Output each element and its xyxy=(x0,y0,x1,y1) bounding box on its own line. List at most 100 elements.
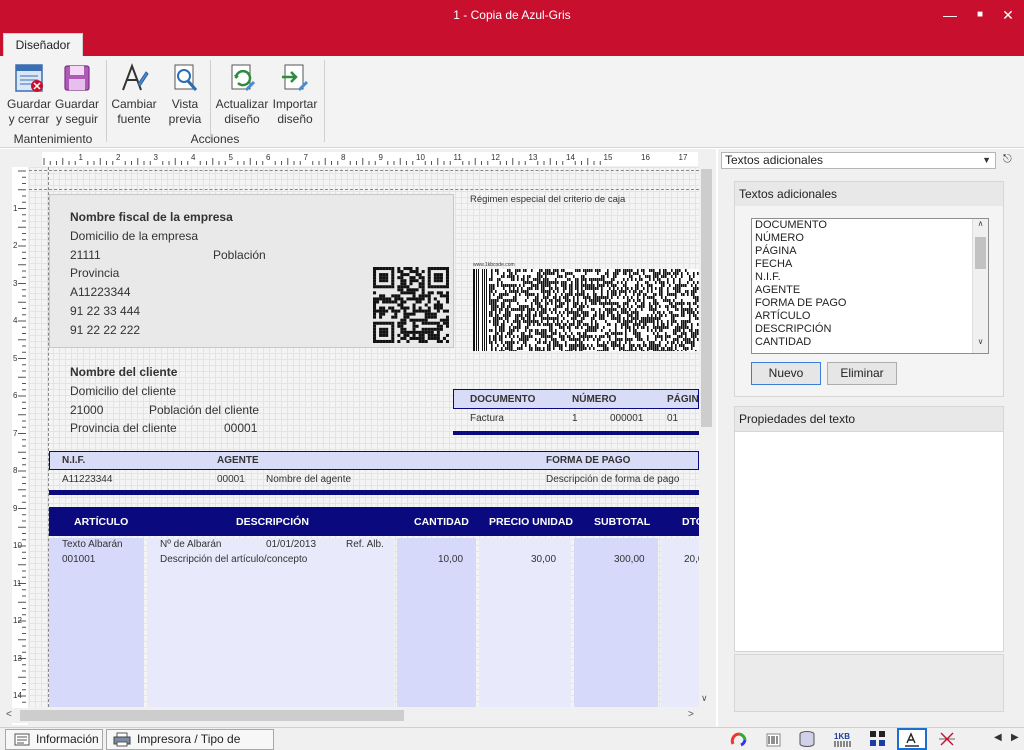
maximize-button[interactable]: ■ xyxy=(970,5,990,25)
ruler-label: 14 xyxy=(566,153,575,162)
list-scroll-thumb[interactable] xyxy=(975,237,986,269)
list-item[interactable]: PÁGINA xyxy=(752,245,988,258)
ruler-label: 7 xyxy=(13,428,18,438)
ruler-label: 11 xyxy=(453,153,462,162)
ruler-label: 9 xyxy=(378,153,383,162)
list-item[interactable]: DOCUMENTO xyxy=(752,219,988,232)
scroll-down-icon[interactable]: ∨ xyxy=(973,337,988,351)
docbox-document: Factura xyxy=(470,413,504,424)
ruler-label: 13 xyxy=(13,653,22,663)
ruler-label: 12 xyxy=(13,616,22,625)
docbox-page: 01 xyxy=(667,413,679,424)
vertical-scrollbar[interactable]: ∨ xyxy=(699,167,714,707)
list-item[interactable]: FORMA DE PAGO xyxy=(752,297,988,310)
company-name: Nombre fiscal de la empresa xyxy=(70,210,233,224)
margin-guide xyxy=(29,170,699,171)
close-button[interactable]: ✕ xyxy=(998,5,1018,25)
list-item[interactable]: FECHA xyxy=(752,258,988,271)
list-item[interactable]: CANTIDAD xyxy=(752,336,988,349)
text-properties-grid[interactable] xyxy=(735,431,1003,651)
list-scrollbar[interactable]: ∧ ∨ xyxy=(972,219,988,353)
change-font-button[interactable]: Cambiar fuente xyxy=(110,62,158,127)
list-item[interactable]: AGENTE xyxy=(752,284,988,297)
info-header-forma-pago: FORMA DE PAGO xyxy=(546,455,631,466)
pdf417-barcode[interactable] xyxy=(473,269,699,351)
bottom-bar: Información Impresora / Tipo de papel 1K… xyxy=(0,727,1024,750)
property-description-box xyxy=(734,654,1004,712)
delete-button[interactable]: Eliminar xyxy=(827,362,897,385)
save-continue-label-1: Guardar xyxy=(54,97,100,111)
list-item[interactable]: N.I.F. xyxy=(752,271,988,284)
info-agent-code: 00001 xyxy=(217,474,245,485)
lines-header-subtotal: SUBTOTAL xyxy=(594,516,651,528)
line-albaran-label: Nº de Albarán xyxy=(160,539,222,550)
import-icon xyxy=(282,64,309,92)
prev-arrow-icon[interactable]: ◀ xyxy=(994,732,1002,743)
horizontal-scrollbar[interactable]: < > xyxy=(2,708,699,723)
1kb-barcode-icon[interactable]: 1KB xyxy=(832,730,854,748)
new-button[interactable]: Nuevo xyxy=(751,362,821,385)
minimize-button[interactable]: — xyxy=(940,5,960,25)
line-article-text: Texto Albarán xyxy=(62,539,123,550)
list-item[interactable]: NÚMERO xyxy=(752,232,988,245)
company-city: Población xyxy=(213,248,266,262)
info-payment: Descripción de forma de pago xyxy=(546,474,680,485)
ruler-label: 5 xyxy=(13,353,18,363)
text-format-button[interactable] xyxy=(897,728,927,750)
additional-texts-title: Textos adicionales xyxy=(735,182,1003,206)
color-wheel-icon[interactable] xyxy=(729,730,749,748)
margin-guide xyxy=(29,189,699,190)
lines-header-descripcion: DESCRIPCIÓN xyxy=(236,516,309,528)
line-subtotal: 300,00 xyxy=(614,554,645,565)
scroll-left-icon[interactable]: < xyxy=(6,709,12,720)
line-albaran-date: 01/01/2013 xyxy=(266,539,317,550)
client-address: Domicilio del cliente xyxy=(70,384,177,398)
line-discount: 20,0 xyxy=(684,554,699,565)
ruler-label: 15 xyxy=(603,153,613,162)
ruler-label: 4 xyxy=(191,153,196,162)
import-design-button[interactable]: Importar diseño xyxy=(270,62,320,127)
company-nif: A11223344 xyxy=(70,285,131,299)
scroll-up-icon[interactable]: ∧ xyxy=(973,219,988,233)
app-window: 1 - Copia de Azul-Gris — ■ ✕ Diseñador G… xyxy=(0,0,1024,750)
tab-informacion[interactable]: Información xyxy=(5,729,103,750)
crossed-lines-icon[interactable] xyxy=(937,730,957,748)
lines-header-articulo: ARTÍCULO xyxy=(74,516,129,528)
database-icon[interactable] xyxy=(798,730,816,748)
pin-icon[interactable]: ⎋ xyxy=(1003,153,1012,166)
tab-impresora[interactable]: Impresora / Tipo de papel xyxy=(106,729,274,750)
barcode-icon[interactable] xyxy=(764,730,782,748)
ruler-label: 7 xyxy=(303,153,308,162)
ribbon-tab-row: Diseñador xyxy=(0,31,1024,56)
company-phone: 91 22 33 444 xyxy=(70,304,141,318)
preview-label-1: Vista xyxy=(171,97,199,111)
group-separator xyxy=(106,60,107,142)
additional-texts-list[interactable]: DOCUMENTO NÚMERO PÁGINA FECHA N.I.F. AGENTE FO… xyxy=(751,218,989,354)
report-page[interactable]: Nombre fiscal de la empresa Domicilio de… xyxy=(29,167,699,707)
update-design-label-2: diseño xyxy=(224,112,260,126)
chevron-down-icon[interactable]: ▼ xyxy=(982,153,991,168)
panel-selector[interactable]: Textos adicionales ▼ xyxy=(721,152,996,169)
save-continue-button[interactable]: Guardar y seguir xyxy=(54,62,100,127)
update-design-button[interactable]: Actualizar diseño xyxy=(214,62,270,127)
lines-header-cantidad: CANTIDAD xyxy=(414,516,469,528)
scroll-thumb[interactable] xyxy=(20,710,404,721)
list-item[interactable]: ARTÍCULO xyxy=(752,310,988,323)
next-arrow-icon[interactable]: ▶ xyxy=(1011,732,1019,743)
design-canvas[interactable]: 1 2 3 4 5 6 7 8 9 10 11 12 13 14 15 16 17 1 2 3 4 5 6 7 8 9 10 11 1… xyxy=(0,149,716,727)
tab-disenador[interactable]: Diseñador xyxy=(3,33,83,56)
group-label-acciones: Acciones xyxy=(190,132,240,146)
docbox-header-pagina: PÁGINA xyxy=(667,394,699,405)
scroll-thumb[interactable] xyxy=(701,169,712,427)
qr-code[interactable] xyxy=(373,267,449,343)
save-close-button[interactable]: Guardar y cerrar xyxy=(6,62,52,127)
preview-button[interactable]: Vista previa xyxy=(164,62,206,127)
list-item[interactable]: DESCRIPCIÓN xyxy=(752,323,988,336)
scroll-right-icon[interactable]: > xyxy=(688,709,694,720)
ruler-ticks xyxy=(18,170,26,722)
client-city: Población del cliente xyxy=(149,403,260,417)
additional-texts-section: Textos adicionales DOCUMENTO NÚMERO PÁGINA… xyxy=(734,181,1004,397)
info-nif: A11223344 xyxy=(62,474,113,485)
scroll-down-icon[interactable]: ∨ xyxy=(701,693,708,704)
qr-barcode-icon[interactable] xyxy=(868,730,888,748)
